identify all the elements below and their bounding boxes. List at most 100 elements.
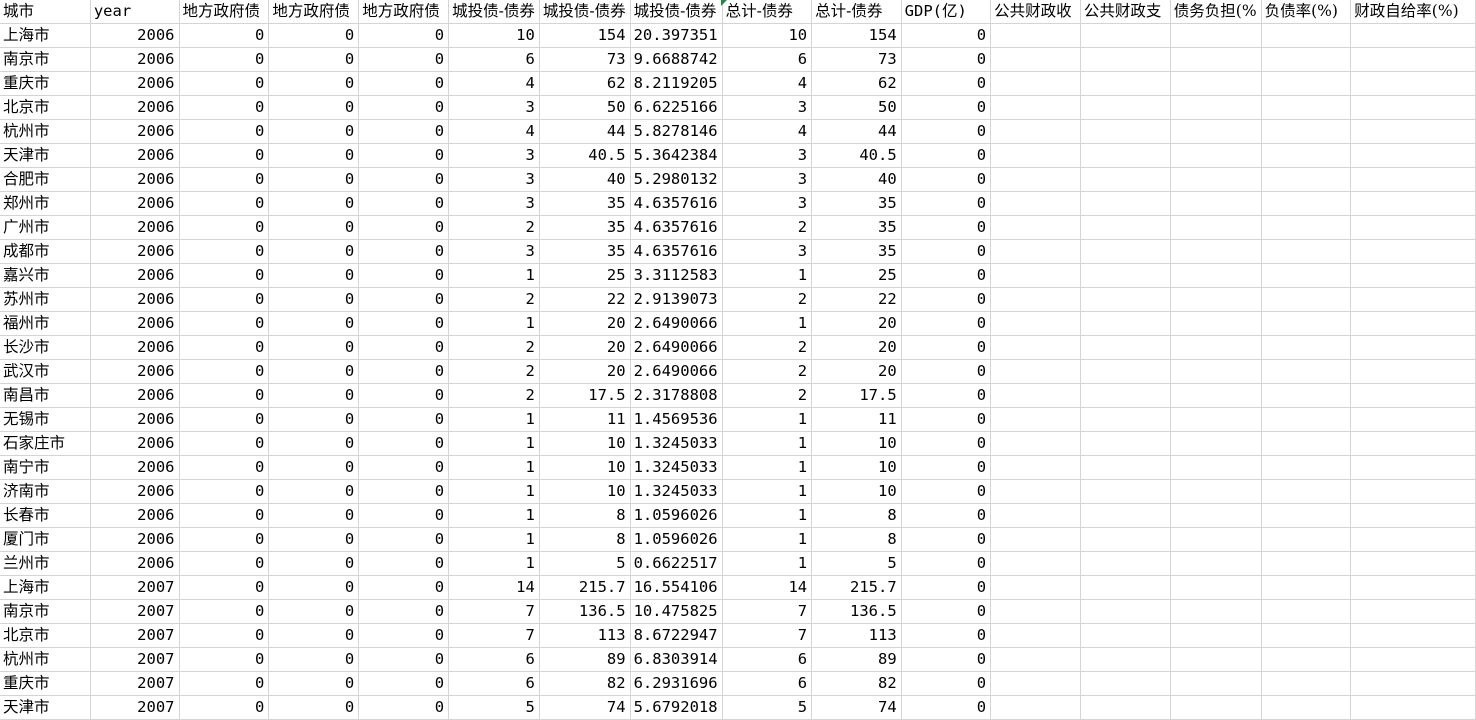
data-cell[interactable]: 2.6490066: [630, 311, 723, 336]
data-cell[interactable]: 2007: [90, 599, 180, 624]
data-cell[interactable]: 0: [179, 239, 270, 264]
data-cell[interactable]: [1170, 479, 1262, 504]
city-cell[interactable]: 长沙市: [0, 335, 91, 360]
data-cell[interactable]: 73: [539, 47, 631, 72]
data-cell[interactable]: 0: [268, 551, 360, 576]
data-cell[interactable]: 1.0596026: [630, 527, 723, 552]
data-cell[interactable]: 0: [358, 119, 450, 144]
data-cell[interactable]: [1261, 335, 1352, 360]
data-cell[interactable]: 2: [722, 287, 813, 312]
data-cell[interactable]: 4: [448, 71, 540, 96]
data-cell[interactable]: [1080, 191, 1171, 216]
data-cell[interactable]: [1170, 143, 1262, 168]
data-cell[interactable]: 7: [448, 623, 540, 648]
data-cell[interactable]: 3: [448, 191, 540, 216]
data-cell[interactable]: [1080, 167, 1171, 192]
data-cell[interactable]: 0: [179, 263, 270, 288]
data-cell[interactable]: [990, 383, 1081, 408]
data-cell[interactable]: [1261, 431, 1352, 456]
data-cell[interactable]: 0: [358, 671, 450, 696]
data-cell[interactable]: 0: [179, 623, 270, 648]
data-cell[interactable]: 2006: [90, 167, 180, 192]
data-cell[interactable]: 0: [268, 143, 360, 168]
data-cell[interactable]: 0: [268, 575, 360, 600]
data-cell[interactable]: [990, 599, 1081, 624]
data-cell[interactable]: 6.6225166: [630, 95, 723, 120]
data-cell[interactable]: 4.6357616: [630, 239, 723, 264]
data-cell[interactable]: 1: [448, 527, 540, 552]
data-cell[interactable]: 6: [722, 647, 813, 672]
data-cell[interactable]: 0: [268, 23, 360, 48]
data-cell[interactable]: 6: [448, 671, 540, 696]
data-cell[interactable]: 215.7: [539, 575, 631, 600]
data-cell[interactable]: 1: [722, 311, 813, 336]
data-cell[interactable]: 0: [179, 143, 270, 168]
data-cell[interactable]: [1261, 239, 1352, 264]
data-cell[interactable]: [1261, 311, 1352, 336]
data-cell[interactable]: [1261, 167, 1352, 192]
data-cell[interactable]: [1080, 503, 1171, 528]
data-cell[interactable]: 0: [268, 215, 360, 240]
data-cell[interactable]: 0: [179, 119, 270, 144]
data-cell[interactable]: [1261, 623, 1352, 648]
data-cell[interactable]: [1080, 599, 1171, 624]
data-cell[interactable]: [1350, 167, 1476, 192]
data-cell[interactable]: 3: [722, 191, 813, 216]
data-cell[interactable]: 1: [722, 503, 813, 528]
data-cell[interactable]: 1.3245033: [630, 479, 723, 504]
data-cell[interactable]: 0: [901, 407, 992, 432]
data-cell[interactable]: 89: [811, 647, 902, 672]
data-cell[interactable]: 0: [358, 191, 450, 216]
data-cell[interactable]: 0: [179, 575, 270, 600]
data-cell[interactable]: 0: [901, 623, 992, 648]
data-cell[interactable]: 4.6357616: [630, 215, 723, 240]
data-cell[interactable]: 0: [901, 383, 992, 408]
city-cell[interactable]: 嘉兴市: [0, 263, 91, 288]
data-cell[interactable]: 1: [722, 551, 813, 576]
data-cell[interactable]: 7: [722, 599, 813, 624]
data-cell[interactable]: [990, 407, 1081, 432]
city-cell[interactable]: 杭州市: [0, 119, 91, 144]
data-cell[interactable]: 215.7: [811, 575, 902, 600]
data-cell[interactable]: 62: [539, 71, 631, 96]
data-cell[interactable]: 89: [539, 647, 631, 672]
data-cell[interactable]: 0: [358, 527, 450, 552]
data-cell[interactable]: 20: [539, 359, 631, 384]
data-cell[interactable]: [1080, 407, 1171, 432]
data-cell[interactable]: 0: [268, 647, 360, 672]
data-cell[interactable]: 0: [358, 95, 450, 120]
data-cell[interactable]: 10: [448, 23, 540, 48]
data-cell[interactable]: 1.0596026: [630, 503, 723, 528]
data-cell[interactable]: 0: [268, 47, 360, 72]
data-cell[interactable]: [1261, 47, 1352, 72]
data-cell[interactable]: 0: [358, 599, 450, 624]
data-cell[interactable]: 1: [448, 263, 540, 288]
data-cell[interactable]: 2: [448, 359, 540, 384]
data-cell[interactable]: 2: [448, 383, 540, 408]
data-cell[interactable]: [1170, 311, 1262, 336]
data-cell[interactable]: 20.397351: [630, 23, 723, 48]
data-cell[interactable]: [1080, 239, 1171, 264]
data-cell[interactable]: [1080, 335, 1171, 360]
data-cell[interactable]: 0: [358, 623, 450, 648]
data-cell[interactable]: 0: [358, 575, 450, 600]
data-cell[interactable]: 2006: [90, 191, 180, 216]
data-cell[interactable]: 0: [901, 167, 992, 192]
data-cell[interactable]: [1350, 527, 1476, 552]
data-cell[interactable]: 3: [722, 167, 813, 192]
data-cell[interactable]: [1080, 455, 1171, 480]
data-cell[interactable]: 16.554106: [630, 575, 723, 600]
data-cell[interactable]: 2006: [90, 479, 180, 504]
data-cell[interactable]: 9.6688742: [630, 47, 723, 72]
data-cell[interactable]: 20: [811, 335, 902, 360]
data-cell[interactable]: 6: [448, 47, 540, 72]
data-cell[interactable]: 0: [358, 47, 450, 72]
data-cell[interactable]: 0: [179, 47, 270, 72]
data-cell[interactable]: 0: [179, 335, 270, 360]
data-cell[interactable]: [990, 311, 1081, 336]
data-cell[interactable]: 0: [179, 479, 270, 504]
data-cell[interactable]: 0: [901, 575, 992, 600]
data-cell[interactable]: 3: [448, 95, 540, 120]
data-cell[interactable]: 0: [901, 263, 992, 288]
data-cell[interactable]: 0: [268, 263, 360, 288]
